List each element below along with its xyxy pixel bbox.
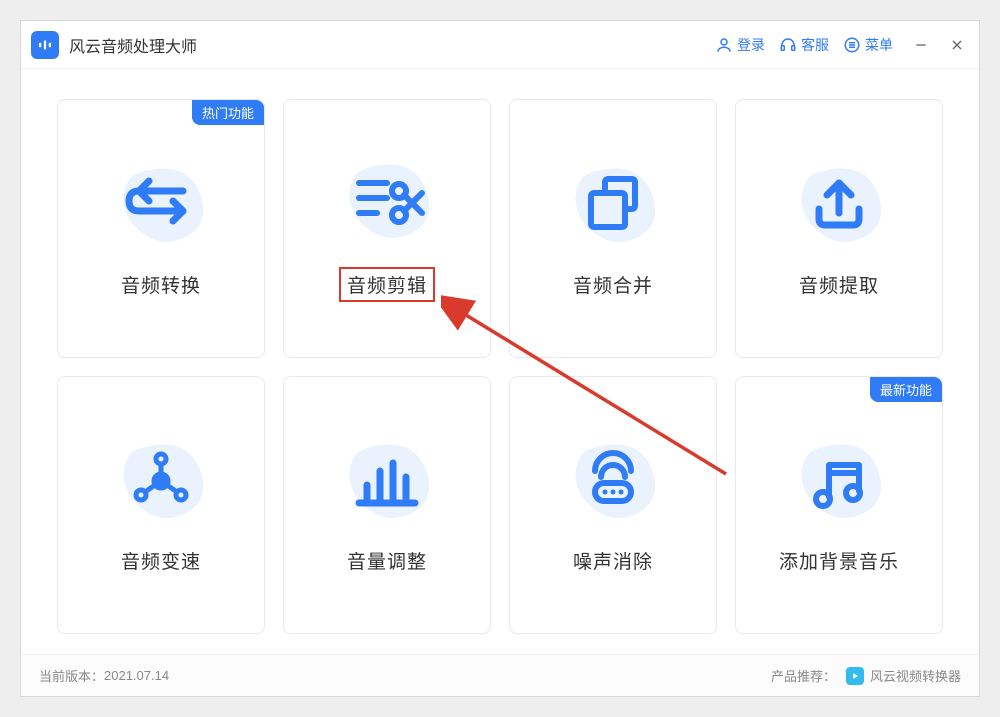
card-label: 音频转换 bbox=[121, 271, 201, 298]
card-label: 添加背景音乐 bbox=[779, 547, 899, 574]
card-add-bgm[interactable]: 最新功能 添加背景音乐 bbox=[735, 376, 943, 635]
card-audio-edit[interactable]: 音频剪辑 bbox=[283, 99, 491, 358]
service-label: 客服 bbox=[801, 35, 829, 55]
recommend-name: 风云视频转换器 bbox=[870, 666, 961, 685]
feature-grid: 热门功能 音频转换 bbox=[21, 69, 979, 654]
login-button[interactable]: 登录 bbox=[715, 35, 765, 55]
card-audio-merge[interactable]: 音频合并 bbox=[509, 99, 717, 358]
version-value: 2021.07.14 bbox=[104, 668, 169, 683]
window-controls bbox=[911, 35, 967, 55]
recommend-icon bbox=[846, 667, 864, 685]
login-label: 登录 bbox=[737, 35, 765, 55]
card-volume-adjust[interactable]: 音量调整 bbox=[283, 376, 491, 635]
speed-icon bbox=[101, 423, 221, 543]
app-title: 风云音频处理大师 bbox=[69, 33, 197, 57]
volume-icon bbox=[327, 423, 447, 543]
card-audio-speed[interactable]: 音频变速 bbox=[57, 376, 265, 635]
version-label: 当前版本： bbox=[39, 666, 104, 685]
new-badge: 最新功能 bbox=[870, 377, 942, 402]
close-button[interactable] bbox=[947, 35, 967, 55]
service-button[interactable]: 客服 bbox=[779, 35, 829, 55]
outer-wrap: 风云音频处理大师 登录 客服 菜单 bbox=[0, 0, 1000, 717]
cut-icon bbox=[327, 143, 447, 263]
card-label: 噪声消除 bbox=[573, 547, 653, 574]
music-icon bbox=[779, 423, 899, 543]
titlebar: 风云音频处理大师 登录 客服 菜单 bbox=[21, 21, 979, 69]
card-label: 音频变速 bbox=[121, 547, 201, 574]
app-logo-icon bbox=[31, 31, 59, 59]
merge-icon bbox=[553, 147, 673, 267]
card-label: 音频剪辑 bbox=[339, 267, 435, 302]
recommend-label: 产品推荐： bbox=[771, 666, 836, 685]
minimize-button[interactable] bbox=[911, 35, 931, 55]
extract-icon bbox=[779, 147, 899, 267]
card-label: 音频提取 bbox=[799, 271, 879, 298]
card-audio-convert[interactable]: 热门功能 音频转换 bbox=[57, 99, 265, 358]
card-label: 音量调整 bbox=[347, 547, 427, 574]
recommend-link[interactable]: 风云视频转换器 bbox=[836, 666, 961, 685]
menu-button[interactable]: 菜单 bbox=[843, 35, 893, 55]
noise-icon bbox=[553, 423, 673, 543]
headset-icon bbox=[779, 36, 797, 54]
card-audio-extract[interactable]: 音频提取 bbox=[735, 99, 943, 358]
card-noise-remove[interactable]: 噪声消除 bbox=[509, 376, 717, 635]
app-window: 风云音频处理大师 登录 客服 菜单 bbox=[20, 20, 980, 697]
card-label: 音频合并 bbox=[573, 271, 653, 298]
menu-icon bbox=[843, 36, 861, 54]
menu-label: 菜单 bbox=[865, 35, 893, 55]
convert-icon bbox=[101, 147, 221, 267]
status-bar: 当前版本： 2021.07.14 产品推荐： 风云视频转换器 bbox=[21, 654, 979, 696]
hot-badge: 热门功能 bbox=[192, 100, 264, 125]
user-icon bbox=[715, 36, 733, 54]
